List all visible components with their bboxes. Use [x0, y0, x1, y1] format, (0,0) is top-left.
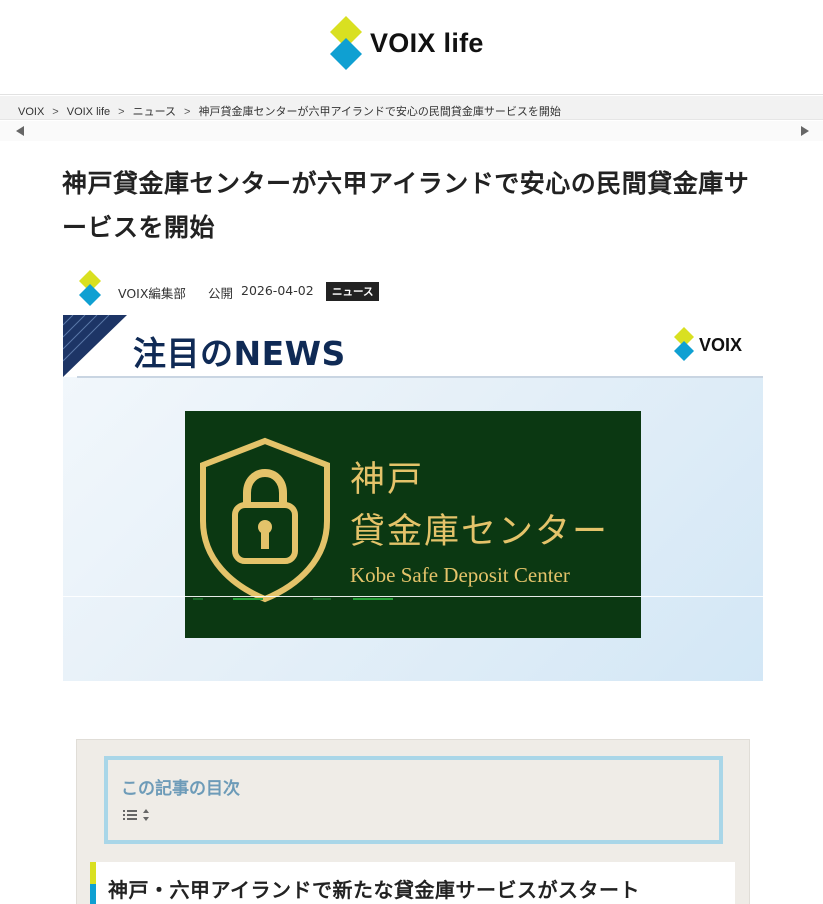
heading-accent-blue: [90, 884, 96, 904]
list-toggle-icon[interactable]: [123, 808, 151, 822]
breadcrumb-item-news[interactable]: ニュース: [133, 103, 176, 119]
breadcrumb-separator: >: [52, 106, 59, 118]
site-header: VOIX life: [0, 0, 823, 95]
logo-text: VOIX life: [370, 28, 484, 58]
scroll-right-icon[interactable]: [801, 126, 809, 136]
breadcrumb-separator: >: [184, 106, 191, 118]
toc-title: この記事の目次: [121, 779, 240, 799]
shield-lock-icon: [200, 437, 330, 603]
section-heading-text: 神戸・六甲アイランドで新たな貸金庫サービスがスタート: [108, 878, 640, 902]
author-name[interactable]: VOIX編集部: [118, 283, 186, 302]
article-meta: VOIX編集部 公開 2026-04-02 ニュース: [78, 268, 498, 306]
kobe-logo-panel: 神戸 貸金庫センター Kobe Safe Deposit Center: [185, 411, 641, 638]
voix-logo-icon: [330, 16, 362, 70]
scroll-left-icon[interactable]: [16, 126, 24, 136]
toc-box: この記事の目次: [104, 756, 723, 844]
published-date: 2026-04-02: [241, 283, 314, 298]
breadcrumb: VOIX > VOIX life > ニュース > 神戸貸金庫センターが六甲アイランドで安心…: [0, 96, 823, 120]
panel-line-2: 貸金庫センター: [350, 512, 610, 552]
image-artifact-line: [63, 596, 763, 597]
breadcrumb-item-voix-life[interactable]: VOIX life: [67, 106, 110, 118]
breadcrumb-item-voix[interactable]: VOIX: [18, 106, 44, 118]
hero-logo-text: VOIX: [699, 335, 743, 355]
panel-line-1: 神戸: [350, 460, 425, 500]
article-title: 神戸貸金庫センターが六甲アイランドで安心の民間貸金庫サービスを開始: [62, 169, 750, 242]
category-badge[interactable]: ニュース: [326, 282, 380, 301]
breadcrumb-separator: >: [118, 106, 125, 118]
site-logo[interactable]: VOIX life: [328, 16, 508, 70]
hero-banner-title: 注目のNEWS: [133, 334, 346, 373]
corner-stripe-icon: [63, 315, 127, 377]
section-heading: 神戸・六甲アイランドで新たな貸金庫サービスがスタート: [90, 862, 735, 904]
image-artifact-dots: [193, 598, 393, 600]
hero-image: 注目のNEWS VOIX 神戸 貸金庫センター Kobe Safe Deposi…: [63, 315, 763, 681]
voix-logo-icon: [674, 327, 694, 361]
heading-accent-yellow: [90, 862, 96, 884]
breadcrumb-item-current: 神戸貸金庫センターが六甲アイランドで安心の民間貸金庫サービスを開始: [198, 106, 561, 118]
hero-divider: [77, 376, 763, 378]
panel-english-name: Kobe Safe Deposit Center: [350, 563, 570, 587]
published-label: 公開: [208, 286, 234, 301]
author-avatar-icon: [79, 270, 101, 306]
horizontal-scrollbar[interactable]: [0, 121, 823, 141]
